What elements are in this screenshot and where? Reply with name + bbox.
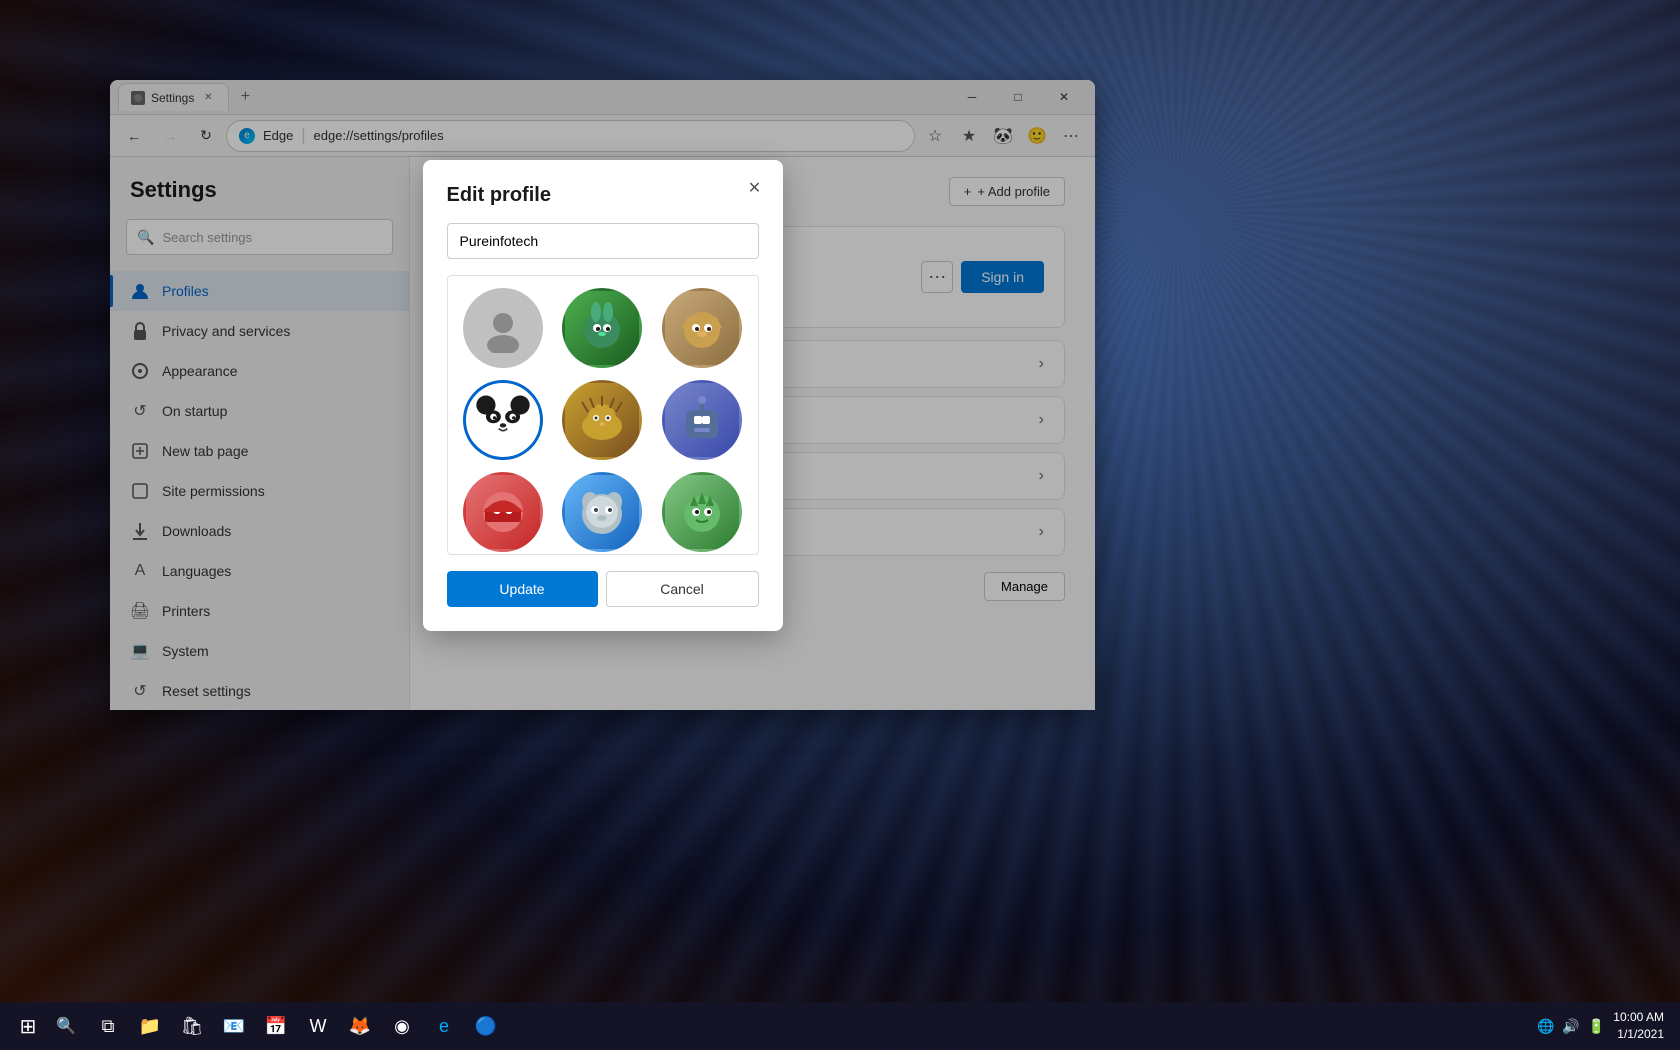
- taskbar-store[interactable]: 🛍: [172, 1006, 212, 1046]
- taskbar-search-button[interactable]: 🔍: [48, 1008, 84, 1044]
- taskbar-volume-icon[interactable]: 🔊: [1562, 1018, 1579, 1035]
- browser-window: Settings ✕ + ─ □ ✕ ← → ↻ e Edge | edge:/…: [110, 80, 1095, 710]
- taskbar-word[interactable]: W: [298, 1006, 338, 1046]
- avatar-option-cat[interactable]: [662, 288, 742, 368]
- avatar-option-dino[interactable]: [662, 472, 742, 552]
- taskbar-calendar[interactable]: 📅: [256, 1006, 296, 1046]
- profile-name-input[interactable]: [447, 223, 759, 259]
- taskbar-time[interactable]: 10:00 AM 1/1/2021: [1613, 1009, 1664, 1043]
- taskbar: ⊞ 🔍 ⧉ 📁 🛍 📧 📅 W 🦊 ◉ e 🔵 🌐 🔊 🔋 10:00 AM 1…: [0, 1002, 1680, 1050]
- avatar-option-panda[interactable]: [463, 380, 543, 460]
- avatar-grid-container[interactable]: [447, 275, 759, 555]
- taskbar-edge2[interactable]: 🔵: [466, 1006, 506, 1046]
- taskbar-icons: ⧉ 📁 🛍 📧 📅 W 🦊 ◉ e 🔵: [88, 1006, 506, 1046]
- taskbar-task-view[interactable]: ⧉: [88, 1006, 128, 1046]
- avatar-grid: [460, 288, 746, 555]
- avatar-option-ninja[interactable]: [463, 472, 543, 552]
- modal-buttons: Update Cancel: [447, 571, 759, 607]
- avatar-option-yeti[interactable]: [562, 472, 642, 552]
- taskbar-firefox[interactable]: 🦊: [340, 1006, 380, 1046]
- edit-profile-modal: ✕ Edit profile: [423, 160, 783, 631]
- taskbar-outlook[interactable]: 📧: [214, 1006, 254, 1046]
- avatar-option-robot[interactable]: [662, 380, 742, 460]
- taskbar-edge[interactable]: e: [424, 1006, 464, 1046]
- time-display: 10:00 AM: [1613, 1009, 1664, 1026]
- cancel-button[interactable]: Cancel: [606, 571, 759, 607]
- avatar-option-default[interactable]: [463, 288, 543, 368]
- taskbar-right: 🌐 🔊 🔋 10:00 AM 1/1/2021: [1537, 1009, 1672, 1043]
- date-display: 1/1/2021: [1613, 1026, 1664, 1043]
- taskbar-chrome[interactable]: ◉: [382, 1006, 422, 1046]
- avatar-option-bunny[interactable]: [562, 288, 642, 368]
- update-button[interactable]: Update: [447, 571, 598, 607]
- taskbar-file-explorer[interactable]: 📁: [130, 1006, 170, 1046]
- modal-title: Edit profile: [447, 184, 759, 207]
- start-button[interactable]: ⊞: [8, 1006, 48, 1046]
- avatar-option-hedgehog[interactable]: [562, 380, 642, 460]
- taskbar-network-icon[interactable]: 🌐: [1537, 1018, 1554, 1035]
- modal-close-button[interactable]: ✕: [743, 176, 767, 200]
- modal-overlay: ✕ Edit profile: [110, 80, 1095, 710]
- taskbar-battery-icon[interactable]: 🔋: [1588, 1018, 1605, 1035]
